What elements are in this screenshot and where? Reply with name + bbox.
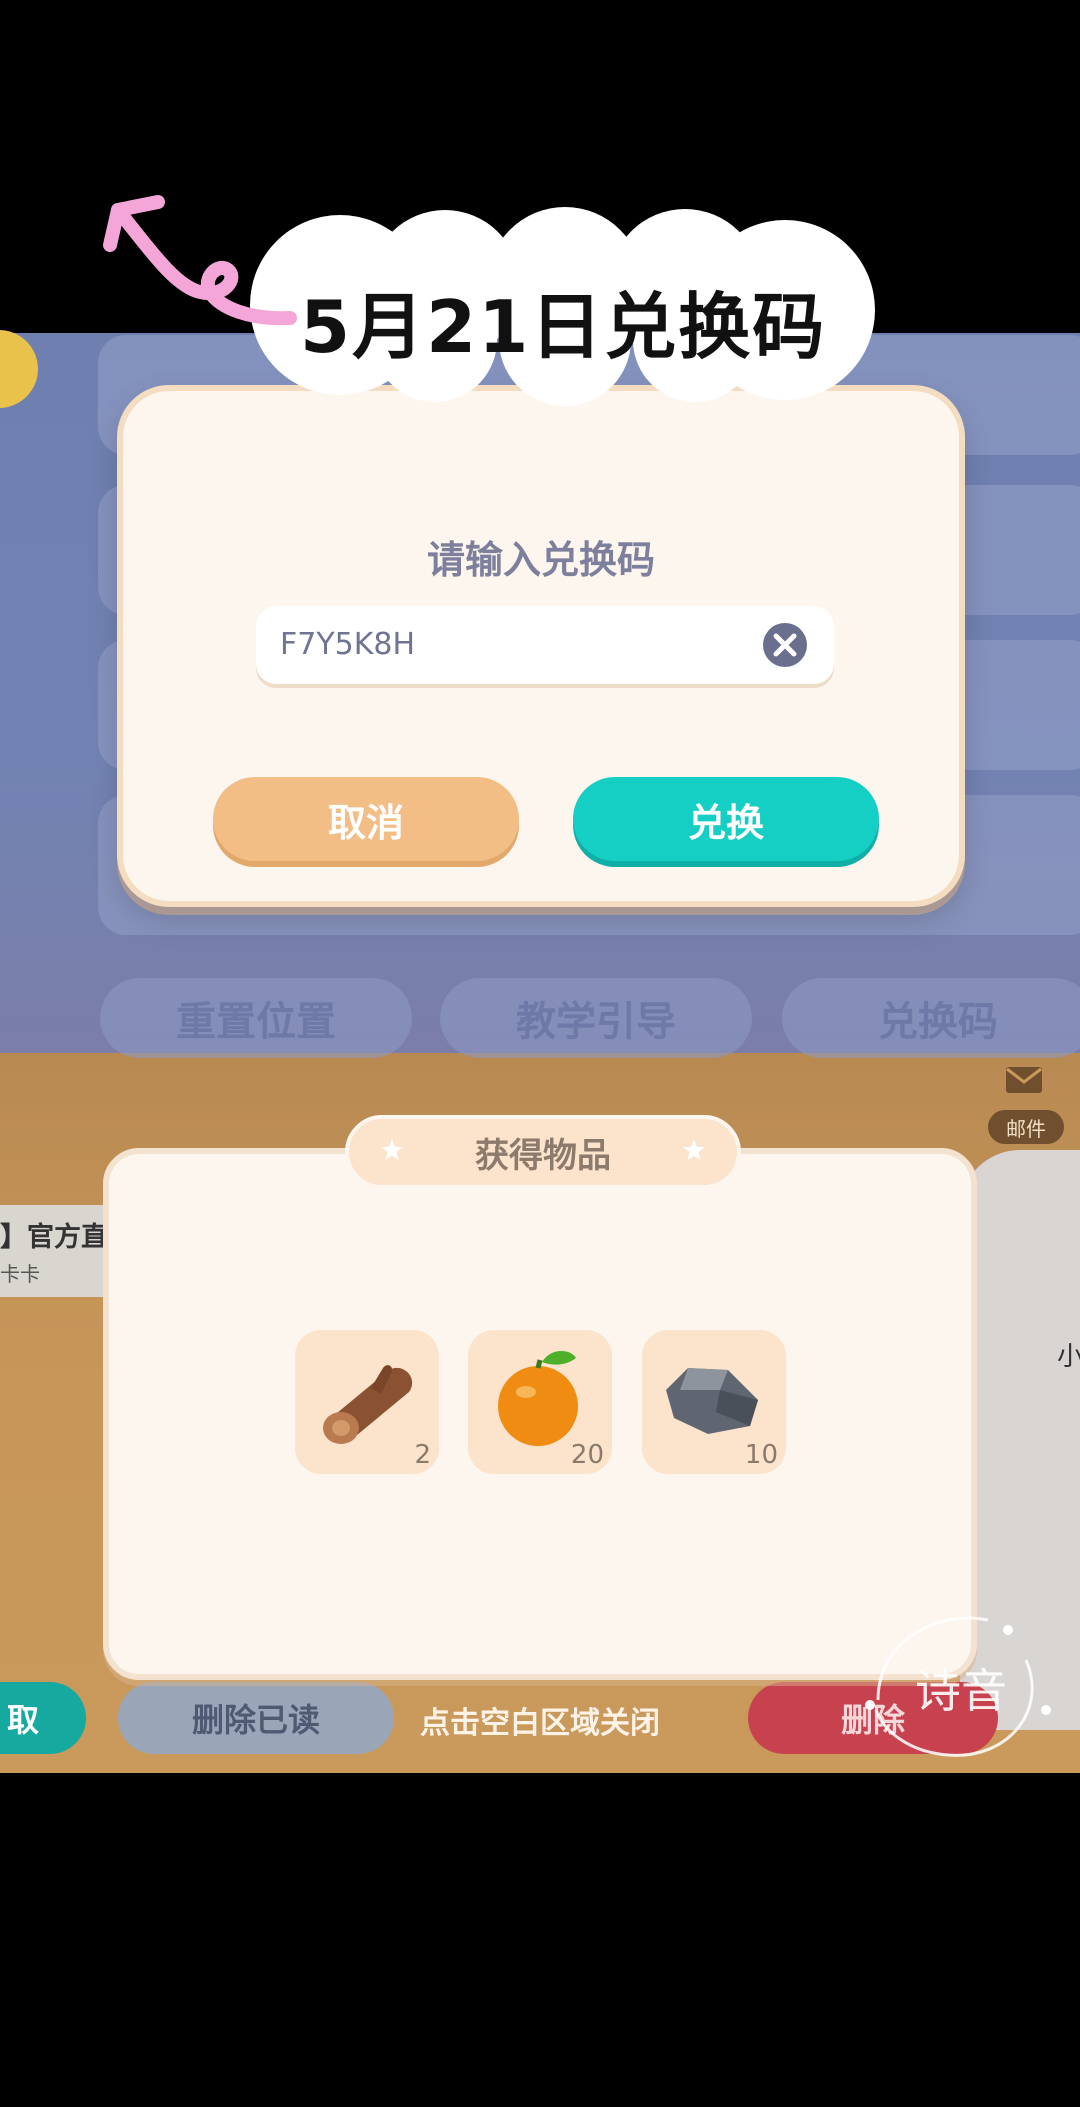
item-slot[interactable]: 10 xyxy=(642,1330,786,1474)
tutorial-button[interactable]: 教学引导 xyxy=(440,978,752,1058)
cancel-button[interactable]: 取消 xyxy=(213,777,519,861)
item-count: 2 xyxy=(414,1440,431,1470)
star-icon xyxy=(381,1139,403,1161)
clear-icon[interactable] xyxy=(761,621,809,669)
redeem-code-input[interactable]: F7Y5K8H xyxy=(256,606,834,684)
mail-item-sender: 卡卡 xyxy=(0,1262,40,1286)
stone-icon xyxy=(666,1368,758,1434)
wood-log-icon xyxy=(323,1365,413,1444)
items-dialog-header: 获得物品 xyxy=(345,1115,741,1189)
redeem-code-button[interactable]: 兑换码 xyxy=(782,978,1080,1058)
item-count: 10 xyxy=(744,1440,778,1470)
redeem-code-value: F7Y5K8H xyxy=(280,627,416,662)
star-icon xyxy=(683,1139,705,1161)
redeem-dialog-title: 请输入兑换码 xyxy=(426,538,655,582)
redeem-dialog: 请输入兑换码 F7Y5K8H 取消 兑换 xyxy=(117,385,965,907)
orange-icon xyxy=(498,1351,578,1446)
mail-icon[interactable] xyxy=(1005,1066,1043,1094)
exchange-button[interactable]: 兑换 xyxy=(573,777,879,861)
item-slot[interactable]: 20 xyxy=(468,1330,612,1474)
mail-item-title: 】官方直 xyxy=(0,1222,108,1253)
mail-label: 邮件 xyxy=(988,1110,1064,1144)
banner-title: 5月21日兑换码 xyxy=(300,285,827,369)
pink-arrow-icon xyxy=(103,195,297,326)
mail-detail-text: 小 xyxy=(1057,1342,1080,1372)
items-dialog-title: 获得物品 xyxy=(475,1135,611,1176)
item-count: 20 xyxy=(570,1440,604,1470)
reset-position-button[interactable]: 重置位置 xyxy=(100,978,412,1058)
watermark-text: 诗音 xyxy=(915,1664,1007,1718)
item-slot[interactable]: 2 xyxy=(295,1330,439,1474)
